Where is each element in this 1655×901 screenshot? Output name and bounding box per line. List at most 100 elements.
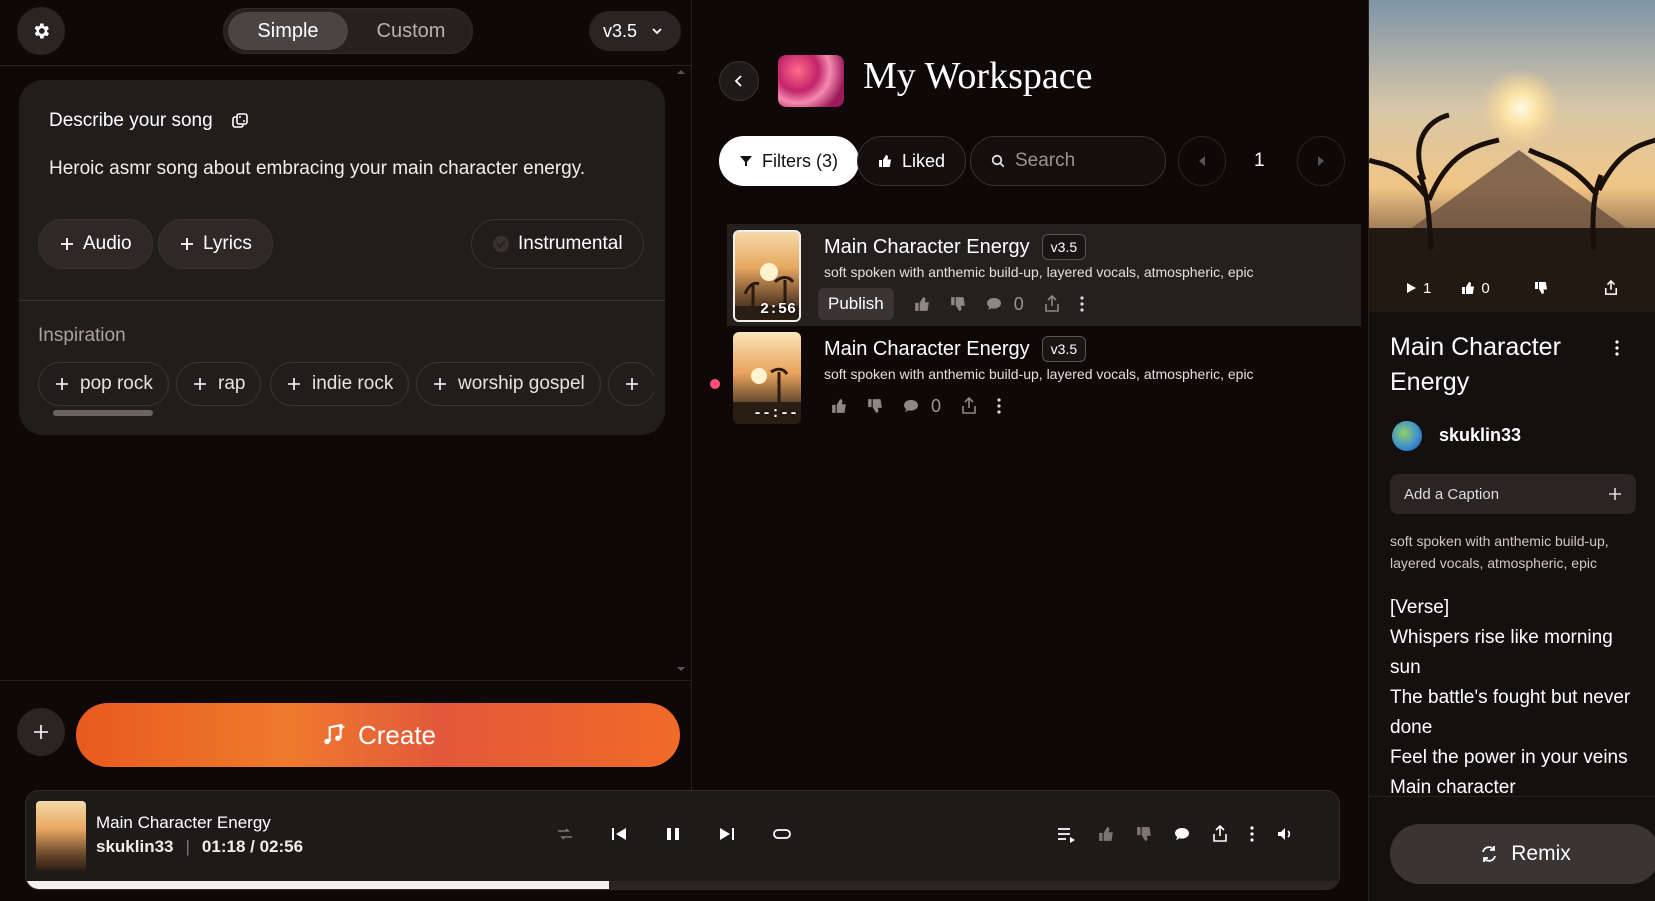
instrumental-toggle[interactable]: Instrumental <box>471 219 644 269</box>
create-panel: Simple Custom v3.5 Describe your song He… <box>0 0 692 790</box>
thumbs-up-icon <box>1462 282 1475 294</box>
panel-scrollbar[interactable] <box>677 68 685 673</box>
caption-label: Add a Caption <box>1404 485 1500 503</box>
player-artist[interactable]: skuklin33 <box>96 837 174 857</box>
song-title[interactable]: Main Character Energy v3.5 <box>824 234 1087 260</box>
song-title[interactable]: Main Character Energy v3.5 <box>824 336 1087 362</box>
dice-icon[interactable] <box>231 112 249 130</box>
filters-button[interactable]: Filters (3) <box>719 136 859 186</box>
create-label: Create <box>357 719 437 750</box>
mode-toggle: Simple Custom <box>223 8 473 54</box>
version-badge: v3.5 <box>1041 336 1087 362</box>
pause-icon[interactable] <box>664 825 682 843</box>
thumbs-up-icon[interactable] <box>914 296 930 312</box>
more-vertical-icon[interactable] <box>1080 296 1084 312</box>
remix-button[interactable]: Remix <box>1390 824 1655 884</box>
loop-icon[interactable] <box>772 825 792 843</box>
previous-track-icon[interactable] <box>610 825 628 843</box>
song-duration: --:-- <box>752 405 798 422</box>
chip-pop-rock[interactable]: pop rock <box>38 362 169 406</box>
mode-simple-tab[interactable]: Simple <box>228 12 348 50</box>
avatar[interactable] <box>1392 421 1422 451</box>
check-circle-icon <box>493 236 509 252</box>
add-button[interactable] <box>17 708 65 756</box>
queue-icon[interactable] <box>1056 825 1076 843</box>
detail-username[interactable]: skuklin33 <box>1439 425 1521 446</box>
thumbs-down-icon[interactable] <box>1534 281 1548 295</box>
thumbs-down-icon[interactable] <box>950 296 966 312</box>
lyric-line: The battle's fought but never done <box>1390 687 1631 738</box>
add-lyrics-button[interactable]: Lyrics <box>158 219 273 269</box>
player-thumbnail[interactable] <box>36 801 86 871</box>
song-actions: Publish 0 <box>818 288 1084 320</box>
create-topbar: Simple Custom v3.5 <box>0 0 692 66</box>
version-badge: v3.5 <box>1041 234 1087 260</box>
cover-artwork <box>1369 0 1655 312</box>
remix-label: Remix <box>1511 842 1571 865</box>
play-count[interactable]: 1 <box>1405 280 1431 297</box>
share-icon[interactable] <box>1604 280 1618 296</box>
chip-more[interactable] <box>608 362 654 406</box>
song-thumbnail[interactable]: 2:56 <box>733 230 801 322</box>
volume-icon[interactable] <box>1276 825 1294 843</box>
more-vertical-icon[interactable] <box>1250 826 1254 842</box>
add-caption-button[interactable]: Add a Caption <box>1390 474 1636 514</box>
chip-indie-rock[interactable]: indie rock <box>270 362 410 406</box>
song-title-text: Main Character Energy <box>824 337 1030 360</box>
shuffle-icon[interactable] <box>556 825 574 843</box>
plus-icon <box>56 378 68 390</box>
meta-separator: | <box>185 837 190 856</box>
settings-button[interactable] <box>17 7 65 55</box>
song-row[interactable]: 2:56 Main Character Energy v3.5 soft spo… <box>727 224 1361 326</box>
player-title[interactable]: Main Character Energy <box>96 813 271 833</box>
create-button[interactable]: Create <box>76 703 680 767</box>
version-dropdown[interactable]: v3.5 <box>589 11 681 51</box>
like-count[interactable]: 0 <box>1461 279 1490 297</box>
caret-left-icon <box>1199 156 1205 166</box>
share-icon[interactable] <box>1212 825 1228 843</box>
workspace-title: My Workspace <box>863 55 1093 97</box>
describe-label: Describe your song <box>49 110 213 131</box>
share-icon[interactable] <box>1044 295 1060 313</box>
comment-icon <box>904 400 918 412</box>
more-vertical-icon[interactable] <box>997 398 1001 414</box>
liked-button[interactable]: Liked <box>857 136 967 186</box>
publish-button[interactable]: Publish <box>818 288 894 320</box>
play-icon <box>1407 283 1416 293</box>
share-icon[interactable] <box>961 397 977 415</box>
comments-number: 0 <box>931 395 942 416</box>
thumbs-up-icon[interactable] <box>1098 826 1114 842</box>
song-actions: 0 <box>831 390 1001 422</box>
comments-count[interactable]: 0 <box>986 294 1024 315</box>
song-thumbnail[interactable]: --:-- <box>733 332 801 424</box>
next-track-icon[interactable] <box>718 825 736 843</box>
thumbs-up-icon[interactable] <box>831 398 847 414</box>
likes-number: 0 <box>1481 279 1490 297</box>
chip-worship-gospel[interactable]: worship gospel <box>416 362 601 406</box>
comments-count[interactable]: 0 <box>903 396 941 417</box>
inspiration-chips: pop rock rap indie rock worship gospel <box>38 362 654 408</box>
comment-icon[interactable] <box>1174 826 1190 842</box>
chip-rap[interactable]: rap <box>176 362 262 406</box>
next-page-button[interactable] <box>1297 136 1345 186</box>
mode-custom-tab[interactable]: Custom <box>352 12 470 50</box>
chip-label: indie rock <box>312 373 394 394</box>
back-button[interactable] <box>719 61 759 101</box>
more-vertical-icon[interactable] <box>1615 340 1619 356</box>
chips-scrollbar[interactable] <box>53 410 153 416</box>
prev-page-button[interactable] <box>1178 136 1226 186</box>
chip-label: worship gospel <box>458 373 585 394</box>
song-prompt-input[interactable]: Heroic asmr song about embracing your ma… <box>49 158 585 180</box>
thumbs-down-icon[interactable] <box>867 398 883 414</box>
progress-bar[interactable] <box>26 881 1339 889</box>
song-detail-panel: 1 0 Main Character Energy skuklin33 Add … <box>1368 0 1655 901</box>
song-row[interactable]: --:-- Main Character Energy v3.5 soft sp… <box>727 326 1361 428</box>
cover-stats: 1 0 <box>1369 268 1655 308</box>
chevron-down-icon <box>652 28 662 35</box>
add-audio-button[interactable]: Audio <box>38 219 153 269</box>
plus-icon <box>181 238 193 250</box>
liked-label: Liked <box>902 150 946 171</box>
lyric-line: Whispers rise like morning sun <box>1390 627 1613 678</box>
thumbs-down-icon[interactable] <box>1136 826 1152 842</box>
search-input[interactable]: Search <box>970 136 1166 186</box>
